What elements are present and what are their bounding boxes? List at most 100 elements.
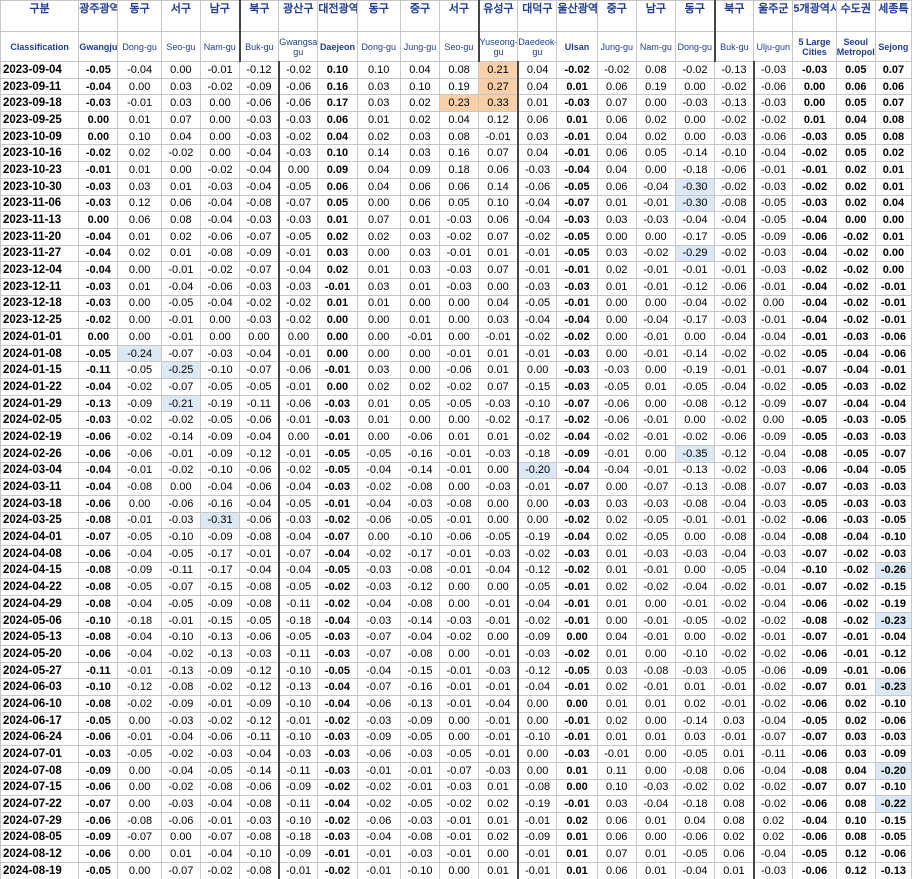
header-en-19: 5 Large Cities <box>792 31 837 62</box>
table-cell: -0.17 <box>674 227 716 246</box>
header-en-8: Dong-gu <box>356 31 401 62</box>
table-cell: -0.04 <box>317 544 358 563</box>
table-cell: -0.04 <box>714 211 755 229</box>
table-cell: -0.19 <box>199 394 241 413</box>
table-cell: -0.02 <box>714 578 755 596</box>
table-cell: -0.04 <box>478 561 519 580</box>
table-cell: -0.03 <box>239 277 280 296</box>
table-row: 2024-04-08 -0.06 -0.04 -0.05 -0.17 -0.01 -0.07… <box>0 544 913 563</box>
table-cell: -0.01 <box>317 494 358 513</box>
table-cell: -0.09 <box>239 695 280 713</box>
table-cell: -0.07 <box>78 528 119 546</box>
table-cell: -0.03 <box>835 494 876 513</box>
table-cell: -0.04 <box>78 261 119 279</box>
table-cell: -0.02 <box>714 461 755 480</box>
table-cell: 0.04 <box>516 61 558 79</box>
table-cell: -0.06 <box>792 461 837 480</box>
table-cell: 0.02 <box>356 127 401 146</box>
table-cell: 0.00 <box>635 294 676 313</box>
table-cell: -0.04 <box>635 311 676 329</box>
table-cell: 0.06 <box>478 211 519 229</box>
table-cell: -0.02 <box>556 511 598 530</box>
table-cell: -0.02 <box>752 678 794 697</box>
table-cell: 0.06 <box>478 161 519 179</box>
row-date: 2024-06-17 <box>0 711 80 730</box>
weekly-price-change-table: 구분 광주광역 동구 서구 남구 북구 광산구 대전광역 동구 중구 서구 유성구 대덕구 울산광역 중구 남… <box>0 0 913 879</box>
row-date: 2023-12-04 <box>0 261 80 279</box>
table-cell: -0.03 <box>78 94 119 113</box>
table-cell: -0.01 <box>117 728 162 747</box>
table-cell: -0.04 <box>674 294 716 313</box>
table-cell: 0.06 <box>596 828 637 847</box>
table-cell: -0.09 <box>792 661 837 680</box>
table-cell: 0.00 <box>356 244 401 263</box>
table-cell: 0.00 <box>516 511 558 530</box>
table-cell: -0.04 <box>835 361 876 380</box>
table-cell: -0.01 <box>635 261 676 279</box>
table-cell: -0.03 <box>635 778 676 797</box>
table-cell: 0.14 <box>356 144 401 163</box>
header-en-1: Gwangju <box>78 31 119 62</box>
table-cell: -0.07 <box>792 394 837 413</box>
table-cell: -0.01 <box>556 711 598 730</box>
table-cell: -0.14 <box>399 611 441 630</box>
row-date: 2023-10-23 <box>0 161 80 179</box>
header-ko-5: 북구 <box>238 0 280 32</box>
table-cell: -0.01 <box>674 511 716 530</box>
table-cell: -0.03 <box>478 544 519 563</box>
table-cell: 0.05 <box>635 144 676 163</box>
table-cell: -0.07 <box>752 478 794 496</box>
table-cell: 0.27 <box>478 77 519 96</box>
table-row: 2024-01-08 -0.05 -0.24 -0.07 -0.03 -0.04 -0.01… <box>0 344 913 363</box>
table-cell: -0.06 <box>792 595 837 613</box>
table-cell: -0.14 <box>674 144 716 163</box>
table-cell: -0.07 <box>792 361 837 380</box>
table-cell: 0.00 <box>556 695 598 713</box>
table-cell: 0.02 <box>596 261 637 279</box>
table-cell: 0.11 <box>596 761 637 780</box>
table-cell: -0.05 <box>556 227 598 246</box>
table-row: 2023-09-18 -0.03 -0.01 0.03 0.00 -0.06 -0.06 0.… <box>0 94 913 113</box>
table-cell: -0.03 <box>556 745 598 763</box>
table-cell: -0.09 <box>556 444 598 463</box>
table-cell: -0.02 <box>674 778 716 797</box>
table-row: 2024-04-15 -0.08 -0.09 -0.11 -0.17 -0.04 -0.04… <box>0 561 913 580</box>
table-cell: -0.06 <box>356 745 401 763</box>
table-cell: -0.01 <box>439 461 480 480</box>
table-cell: 0.00 <box>596 294 637 313</box>
table-row: 2024-01-01 0.00 0.00 -0.01 0.00 0.00 0.00 0.00 0… <box>0 328 913 346</box>
table-cell: -0.01 <box>478 611 519 630</box>
table-cell: -0.02 <box>674 61 716 79</box>
table-cell: 0.10 <box>317 144 358 163</box>
table-cell: -0.02 <box>752 511 794 530</box>
table-cell: -0.06 <box>874 845 913 863</box>
table-cell: -0.05 <box>160 294 201 313</box>
table-cell: 0.03 <box>714 711 755 730</box>
table-row: 2023-12-04 -0.04 0.00 -0.01 -0.02 -0.07 -0.04 0… <box>0 261 913 279</box>
table-cell: 0.10 <box>356 61 401 79</box>
table-cell: 0.04 <box>674 811 716 830</box>
table-cell: -0.10 <box>399 862 441 879</box>
table-cell: -0.08 <box>792 528 837 546</box>
table-cell: -0.02 <box>516 227 558 246</box>
table-cell: -0.20 <box>516 461 558 480</box>
table-cell: -0.01 <box>356 845 401 863</box>
table-cell: -0.01 <box>635 194 676 213</box>
table-cell: -0.07 <box>199 828 241 847</box>
table-cell: -0.05 <box>635 511 676 530</box>
table-cell: -0.05 <box>792 711 837 730</box>
header-en-17: Buk-gu <box>713 31 755 62</box>
table-cell: -0.04 <box>516 194 558 213</box>
table-cell: -0.01 <box>596 745 637 763</box>
table-cell: -0.07 <box>752 728 794 747</box>
table-row: 2024-06-03 -0.10 -0.12 -0.08 -0.02 -0.12 -0.13… <box>0 678 913 697</box>
table-cell: -0.09 <box>239 77 280 96</box>
table-cell: -0.02 <box>556 61 598 79</box>
table-cell: -0.05 <box>199 378 241 396</box>
table-cell: -0.05 <box>556 244 598 263</box>
table-cell: -0.04 <box>239 344 280 363</box>
header-en-15: Nam-gu <box>635 31 676 62</box>
table-cell: -0.02 <box>596 428 637 446</box>
table-cell: -0.06 <box>714 277 755 296</box>
table-cell: -0.09 <box>516 628 558 647</box>
